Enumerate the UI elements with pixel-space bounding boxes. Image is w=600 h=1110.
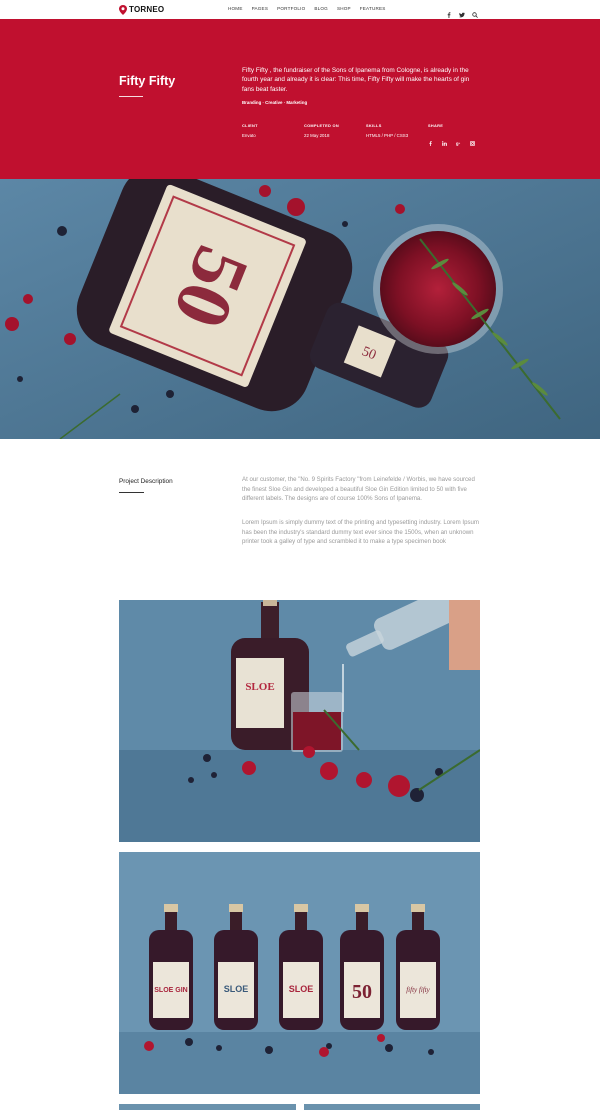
- section-title: Project Description: [119, 478, 173, 485]
- twitter-icon[interactable]: [459, 5, 465, 18]
- project-summary: Fifty Fifty , the fundraiser of the Sons…: [242, 67, 470, 93]
- gallery-image[interactable]: SLOE GIN SLOE SLOE 50 fifty fifty: [119, 852, 480, 1094]
- share-icons: g +: [428, 133, 475, 146]
- nav-item-pages[interactable]: PAGES: [252, 6, 269, 11]
- meta-share: SHARE g +: [428, 123, 475, 146]
- project-title: Fifty Fifty: [119, 74, 176, 88]
- skills-label: SKILLS: [366, 123, 382, 128]
- meta-skills: SKILLS HTML5 / PHP / CSS3: [366, 123, 408, 138]
- gin-bottle-photo: 50 50: [0, 179, 600, 439]
- gallery-image[interactable]: [119, 1104, 296, 1110]
- search-icon[interactable]: [472, 5, 478, 18]
- nav-item-home[interactable]: HOME: [228, 6, 243, 11]
- nav-item-shop[interactable]: SHOP: [337, 6, 351, 11]
- share-label: SHARE: [428, 123, 444, 128]
- skills-value: HTML5 / PHP / CSS3: [366, 133, 409, 138]
- bottle-label-5: fifty fifty: [406, 986, 430, 994]
- facebook-icon[interactable]: [428, 133, 433, 146]
- bottle-lineup-photo: SLOE GIN SLOE SLOE 50 fifty fifty: [119, 852, 480, 1094]
- meta-completed: COMPLETED ON 22 May 2018: [304, 123, 339, 138]
- bottle-label-1: SLOE GIN: [154, 987, 187, 994]
- bottle-label-4: 50: [352, 981, 372, 1003]
- top-navigation-bar: TORNEO HOME PAGES PORTFOLIO BLOG SHOP FE…: [0, 0, 600, 19]
- bottle-label-2: SLOE: [224, 984, 249, 994]
- nav-item-features[interactable]: FEATURES: [360, 6, 386, 11]
- bottle-label-3: SLOE: [289, 984, 314, 994]
- logo[interactable]: TORNEO: [119, 4, 164, 15]
- client-label: CLIENT: [242, 123, 258, 128]
- gallery-image[interactable]: [304, 1104, 480, 1110]
- nav-item-portfolio[interactable]: PORTFOLIO: [277, 6, 305, 11]
- project-hero: Fifty Fifty Fifty Fifty , the fundraiser…: [0, 19, 600, 179]
- completed-value: 22 May 2018: [304, 133, 330, 138]
- header-social: [446, 5, 478, 18]
- description-paragraph: At our customer, the "No. 9 Spirits Fact…: [242, 476, 475, 502]
- pouring-photo: SLOE: [119, 600, 480, 842]
- logo-text: TORNEO: [129, 5, 165, 14]
- description-paragraph: Lorem Ipsum is simply dummy text of the …: [242, 519, 479, 545]
- completed-label: COMPLETED ON: [304, 123, 339, 128]
- svg-text:SLOE: SLOE: [245, 681, 274, 693]
- project-categories[interactable]: Branding · Creative · Marketing: [242, 100, 307, 105]
- google-plus-icon[interactable]: g +: [456, 133, 461, 146]
- gallery-image[interactable]: SLOE: [119, 600, 480, 842]
- client-value: Envato: [242, 133, 256, 138]
- nav-item-blog[interactable]: BLOG: [314, 6, 328, 11]
- facebook-icon[interactable]: [446, 5, 452, 18]
- main-menu: HOME PAGES PORTFOLIO BLOG SHOP FEATURES: [228, 6, 386, 11]
- title-divider: [119, 96, 143, 97]
- section-divider: [119, 492, 144, 493]
- project-hero-image: 50 50: [0, 179, 600, 439]
- meta-client: CLIENT Envato: [242, 123, 258, 138]
- linkedin-icon[interactable]: [442, 133, 447, 146]
- instagram-icon[interactable]: [470, 133, 475, 146]
- svg-text:+: +: [459, 141, 461, 145]
- logo-pin-icon: [119, 4, 127, 15]
